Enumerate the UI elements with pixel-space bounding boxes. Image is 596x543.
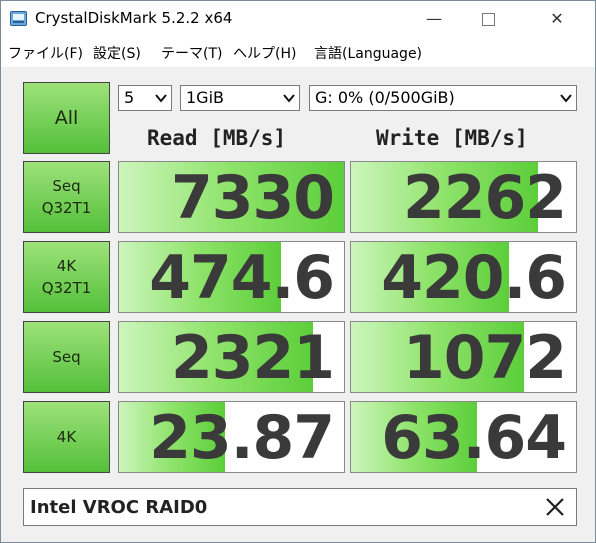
seq-read-result: 2321 (118, 321, 345, 393)
read-value: 474.6 (149, 243, 335, 313)
chevron-down-icon (283, 94, 295, 103)
seq-write-result: 1072 (350, 321, 577, 393)
title-bar[interactable]: CrystalDiskMark 5.2.2 x64 — ✕ (1, 1, 595, 37)
menu-bar: ファイル(F) 設定(S) テーマ(T) ヘルプ(H) 言語(Language) (1, 39, 595, 65)
seq-q32t1-read-result: 7330 (118, 161, 345, 233)
write-value: 420.6 (381, 243, 567, 313)
menu-help[interactable]: ヘルプ(H) (233, 43, 296, 63)
comment-text: Intel VROC RAID0 (30, 497, 208, 518)
read-value: 23.87 (149, 403, 335, 473)
write-value: 63.64 (381, 403, 567, 473)
close-button[interactable]: ✕ (534, 1, 580, 37)
menu-file[interactable]: ファイル(F) (8, 43, 83, 63)
write-value: 1072 (403, 323, 567, 393)
menu-settings[interactable]: 設定(S) (93, 43, 141, 63)
row-label: Seq (52, 348, 81, 366)
comment-field[interactable]: Intel VROC RAID0 (23, 488, 577, 526)
read-value: 7330 (171, 163, 335, 233)
read-header: Read [MB/s] (147, 126, 287, 150)
drive-value: G: 0% (0/500GiB) (315, 88, 455, 107)
row-label: Seq Q32T1 (41, 177, 92, 217)
read-value: 2321 (171, 323, 335, 393)
row-label: 4K Q32T1 (41, 257, 92, 297)
4k-write-result: 63.64 (350, 401, 577, 473)
menu-theme[interactable]: テーマ(T) (161, 43, 222, 63)
test-count-select[interactable]: 5 (118, 85, 172, 111)
4k-q32t1-read-result: 474.6 (118, 241, 345, 313)
test-count-value: 5 (124, 88, 135, 107)
4k-q32t1-write-result: 420.6 (350, 241, 577, 313)
4k-button[interactable]: 4K (23, 401, 110, 473)
chevron-down-icon (560, 94, 572, 103)
chevron-down-icon (155, 94, 167, 103)
maximize-button[interactable] (465, 1, 511, 37)
row-label: 4K (56, 428, 77, 446)
test-size-value: 1GiB (186, 88, 224, 107)
write-header: Write [MB/s] (376, 126, 528, 150)
app-window: CrystalDiskMark 5.2.2 x64 — ✕ ファイル(F) 設定… (0, 0, 596, 543)
4k-q32t1-button[interactable]: 4K Q32T1 (23, 241, 110, 313)
window-title: CrystalDiskMark 5.2.2 x64 (35, 9, 233, 27)
minimize-button[interactable]: — (411, 1, 457, 37)
drive-select[interactable]: G: 0% (0/500GiB) (309, 85, 577, 111)
close-icon[interactable] (544, 496, 566, 518)
disk-icon (10, 11, 27, 26)
menu-language[interactable]: 言語(Language) (314, 43, 422, 63)
seq-q32t1-write-result: 2262 (350, 161, 577, 233)
write-value: 2262 (403, 163, 567, 233)
run-all-button[interactable]: All (23, 82, 110, 154)
test-size-select[interactable]: 1GiB (180, 85, 300, 111)
maximize-icon (481, 13, 495, 26)
seq-q32t1-button[interactable]: Seq Q32T1 (23, 161, 110, 233)
4k-read-result: 23.87 (118, 401, 345, 473)
run-all-label: All (54, 107, 79, 129)
seq-button[interactable]: Seq (23, 321, 110, 393)
